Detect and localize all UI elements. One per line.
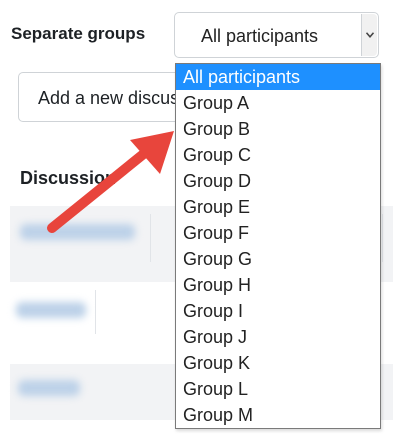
group-option-group-m[interactable]: Group M <box>176 402 380 428</box>
group-option-group-h[interactable]: Group H <box>176 272 380 298</box>
group-option-group-l[interactable]: Group L <box>176 376 380 402</box>
group-select-value: All participants <box>201 26 319 46</box>
group-option-group-f[interactable]: Group F <box>176 220 380 246</box>
group-dropdown-list[interactable]: All participants Group A Group B Group C Gro… <box>175 63 381 429</box>
group-option-group-d[interactable]: Group D <box>176 168 380 194</box>
group-select[interactable]: All participants <box>174 12 379 58</box>
group-option-group-a[interactable]: Group A <box>176 90 380 116</box>
chevron-down-icon[interactable] <box>361 14 377 56</box>
column-divider <box>95 290 96 334</box>
blurred-discussion-title <box>18 380 80 396</box>
group-mode-label: Separate groups <box>11 24 146 43</box>
group-option-group-c[interactable]: Group C <box>176 142 380 168</box>
group-option-group-k[interactable]: Group K <box>176 350 380 376</box>
group-option-group-e[interactable]: Group E <box>176 194 380 220</box>
blurred-discussion-title <box>16 302 86 318</box>
column-divider <box>382 214 383 262</box>
red-arrow-annotation <box>47 131 174 233</box>
group-option-group-b[interactable]: Group B <box>176 116 380 142</box>
group-option-group-g[interactable]: Group G <box>176 246 380 272</box>
group-option-all-participants[interactable]: All participants <box>176 64 380 90</box>
group-option-group-i[interactable]: Group I <box>176 298 380 324</box>
group-option-group-j[interactable]: Group J <box>176 324 380 350</box>
